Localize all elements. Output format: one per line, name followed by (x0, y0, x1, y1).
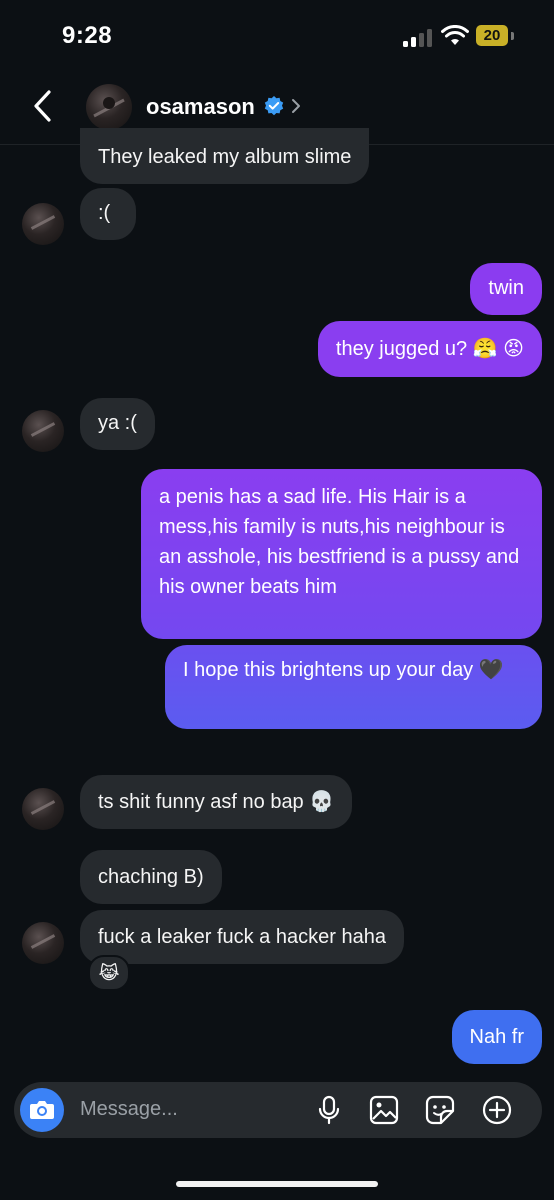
contact-username[interactable]: osamason (146, 94, 255, 120)
reaction-emoji: 😹 (98, 962, 120, 983)
message-outgoing[interactable]: twin (470, 263, 542, 315)
home-indicator[interactable] (176, 1181, 378, 1187)
gallery-icon[interactable] (369, 1095, 399, 1125)
cellular-signal-icon (403, 29, 437, 47)
message-text: ya :( (98, 412, 137, 434)
back-chevron-icon[interactable] (30, 88, 56, 124)
battery-icon: 20 (476, 25, 514, 47)
message-text: a penis has a sad life. His Hair is a me… (159, 486, 520, 598)
message-text: They leaked my album slime (98, 146, 352, 168)
message-incoming[interactable]: fuck a leaker fuck a hacker haha (80, 910, 404, 964)
plus-circle-icon[interactable] (482, 1095, 512, 1125)
wifi-icon (441, 25, 469, 45)
sticker-icon[interactable] (425, 1095, 455, 1125)
camera-icon (30, 1101, 54, 1119)
message-incoming[interactable]: chaching B) (80, 850, 222, 904)
message-text: fuck a leaker fuck a hacker haha (98, 926, 386, 948)
message-text: I hope this brightens up your day 🖤 (183, 659, 504, 681)
message-outgoing[interactable]: a penis has a sad life. His Hair is a me… (141, 469, 542, 639)
verified-badge-icon (264, 96, 284, 116)
message-input[interactable]: Message... (80, 1098, 178, 1121)
message-incoming[interactable]: :( (80, 188, 136, 240)
message-text: chaching B) (98, 866, 204, 888)
avatar[interactable] (22, 410, 64, 452)
message-incoming[interactable]: They leaked my album slime (80, 128, 370, 184)
avatar[interactable] (22, 788, 64, 830)
message-outgoing[interactable]: Nah fr (451, 1010, 542, 1064)
avatar[interactable] (22, 922, 64, 964)
avatar[interactable] (22, 203, 64, 245)
message-incoming[interactable]: ts shit funny asf no bap 💀 (80, 775, 353, 829)
message-outgoing[interactable]: they jugged u? 😤 😡 (317, 321, 542, 377)
message-text: they jugged u? 😤 😡 (335, 338, 524, 360)
message-text: Nah fr (469, 1026, 524, 1048)
battery-level: 20 (483, 27, 501, 44)
status-bar: 9:28 20 (0, 0, 554, 70)
status-time: 9:28 (62, 22, 113, 49)
chevron-right-icon[interactable] (290, 97, 302, 115)
microphone-icon[interactable] (314, 1095, 344, 1125)
reaction-badge[interactable]: 😹 (88, 955, 130, 991)
message-incoming[interactable]: ya :( (80, 398, 155, 450)
message-outgoing[interactable]: I hope this brightens up your day 🖤 (165, 645, 542, 729)
message-composer: Message... (14, 1082, 542, 1138)
camera-button[interactable] (20, 1088, 64, 1132)
message-text: ts shit funny asf no bap 💀 (98, 791, 335, 813)
message-text: twin (488, 277, 524, 299)
avatar[interactable] (86, 84, 132, 130)
message-text: :( (98, 202, 111, 224)
